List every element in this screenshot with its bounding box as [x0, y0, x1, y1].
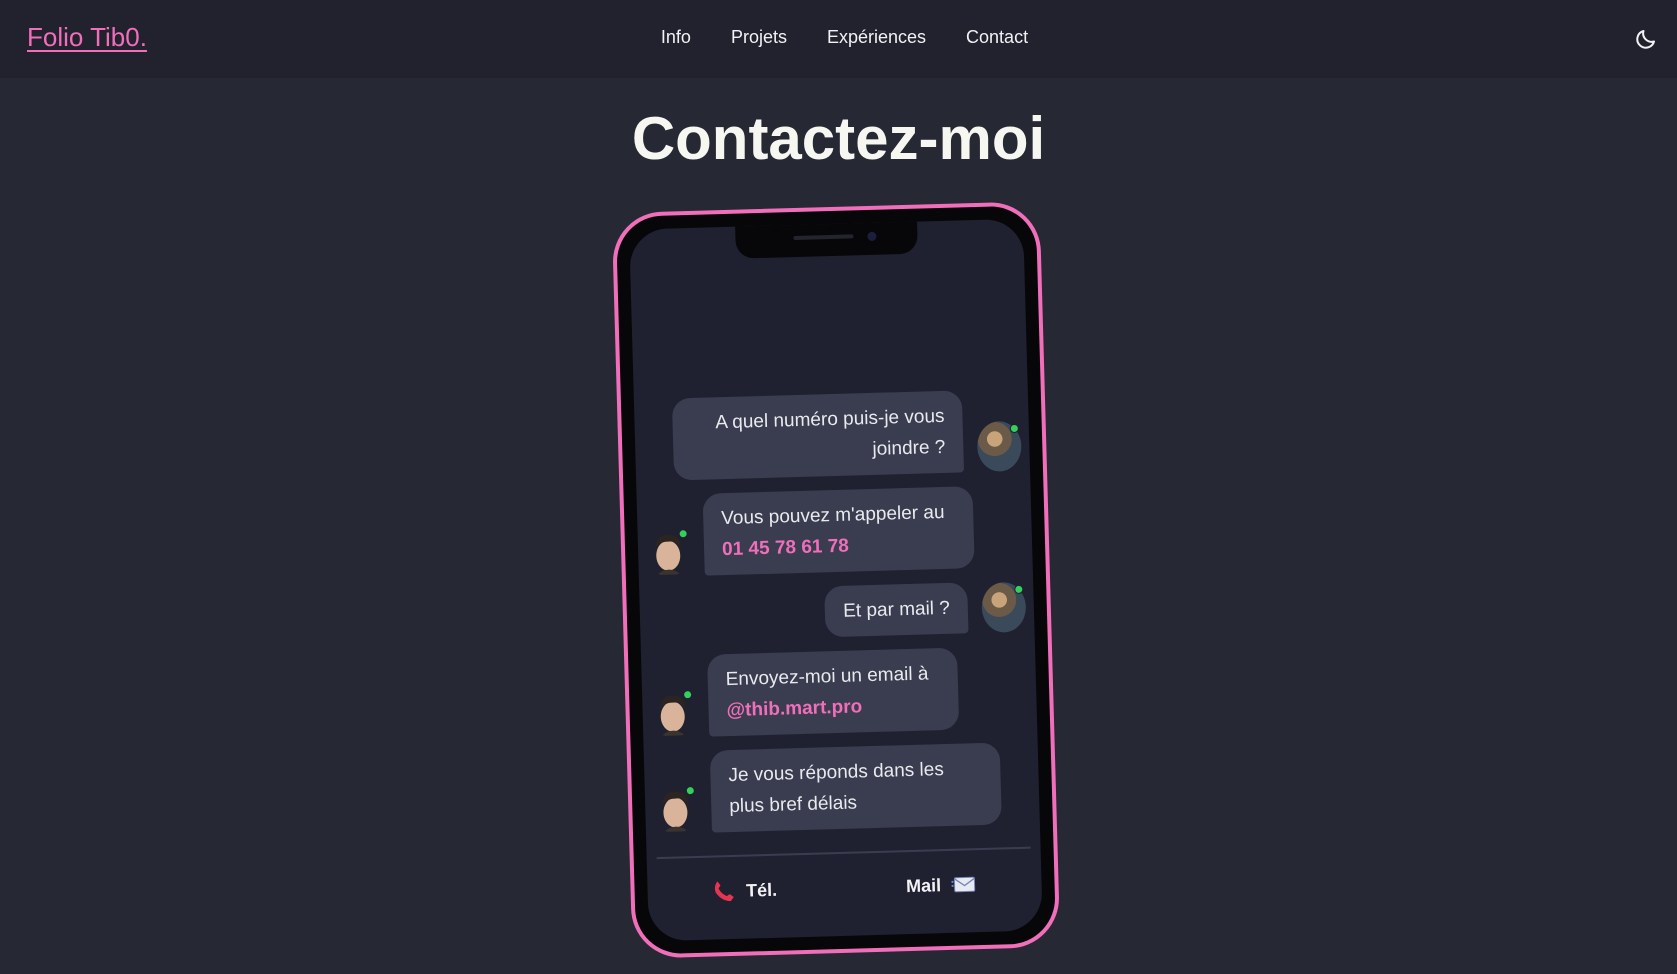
- nav-link-projets[interactable]: Projets: [731, 27, 787, 48]
- message-text: A quel numéro puis-je vous joindre ?: [715, 405, 946, 460]
- nav-link-contact[interactable]: Contact: [966, 27, 1028, 48]
- chat-message: Et par mail ?: [647, 581, 1027, 643]
- phone-number-link[interactable]: 01 45 78 61 78: [722, 528, 957, 566]
- chat-thread: A quel numéro puis-je vous joindre ? Vou…: [642, 389, 1032, 848]
- phone-notch: [735, 219, 918, 259]
- owner-avatar: [645, 526, 691, 578]
- notch-speaker: [793, 234, 854, 241]
- chat-message: Envoyez-moi un email à @thib.mart.pro: [649, 646, 1029, 739]
- chat-message: A quel numéro puis-je vous joindre ?: [642, 389, 1023, 482]
- call-button[interactable]: Tél.: [712, 878, 778, 904]
- contact-actions: Tél. Mail: [647, 862, 1042, 913]
- nav-link-experiences[interactable]: Expériences: [827, 27, 926, 48]
- message-text: Vous pouvez m'appeler au: [720, 501, 945, 530]
- message-text: Envoyez-moi un email à: [725, 663, 929, 691]
- notch-camera: [867, 231, 877, 241]
- call-label: Tél.: [745, 879, 778, 901]
- mail-button[interactable]: Mail: [906, 874, 978, 897]
- message-text: Et par mail ?: [842, 597, 951, 622]
- message-bubble: A quel numéro puis-je vous joindre ?: [671, 390, 965, 481]
- top-navbar: Folio Tib0. Info Projets Expériences Con…: [0, 0, 1677, 78]
- visitor-avatar: [981, 581, 1027, 633]
- visitor-avatar: [976, 420, 1023, 472]
- page-title: Contactez-moi: [631, 105, 1046, 172]
- chat-message: Vous pouvez m'appeler au 01 45 78 61 78: [645, 485, 1025, 578]
- nav-link-info[interactable]: Info: [661, 27, 691, 48]
- message-bubble: Je vous réponds dans les plus bref délai…: [709, 742, 1002, 833]
- owner-avatar: [649, 687, 696, 739]
- moon-icon: [1636, 30, 1655, 49]
- phone-icon: [715, 881, 735, 902]
- main-nav: Info Projets Expériences Contact: [0, 27, 1677, 48]
- message-bubble: Vous pouvez m'appeler au 01 45 78 61 78: [702, 486, 975, 576]
- message-bubble: Envoyez-moi un email à @thib.mart.pro: [707, 647, 960, 737]
- message-text: Je vous réponds dans les plus bref délai…: [728, 759, 945, 818]
- bottom-divider: [656, 846, 1031, 860]
- phone-mockup: A quel numéro puis-je vous joindre ? Vou…: [611, 201, 1061, 959]
- message-bubble: Et par mail ?: [824, 582, 969, 638]
- phone-screen: A quel numéro puis-je vous joindre ? Vou…: [629, 218, 1043, 942]
- owner-avatar: [652, 782, 699, 835]
- email-link[interactable]: @thib.mart.pro: [726, 689, 941, 726]
- theme-toggle-button[interactable]: [1629, 22, 1663, 56]
- chat-message: Je vous réponds dans les plus bref délai…: [652, 742, 1032, 835]
- envelope-icon: [950, 876, 975, 893]
- mail-label: Mail: [905, 874, 942, 896]
